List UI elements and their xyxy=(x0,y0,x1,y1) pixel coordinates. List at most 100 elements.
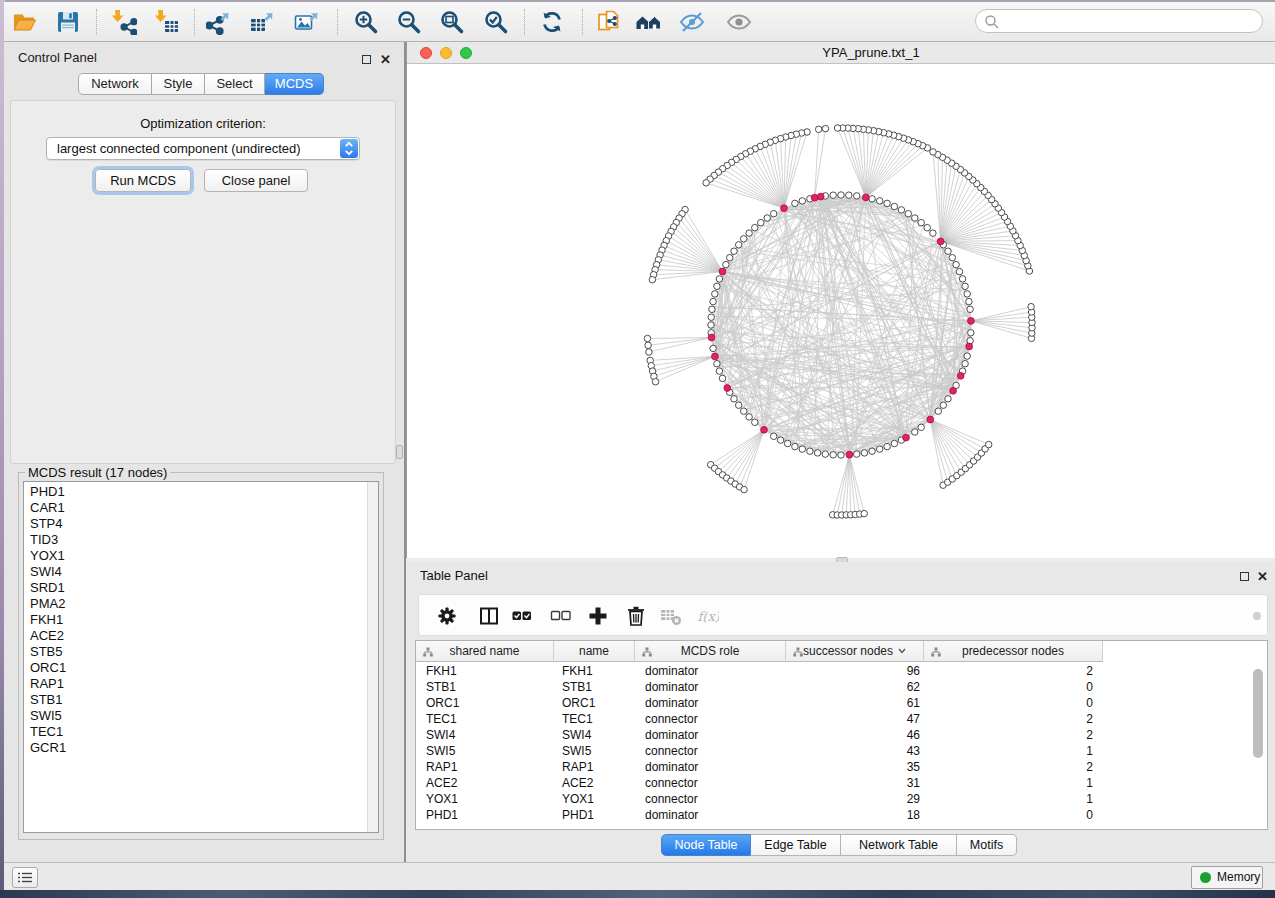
close-panel-icon[interactable]: ✕ xyxy=(380,52,391,67)
column-header-name[interactable]: name xyxy=(554,641,635,662)
settings-icon[interactable] xyxy=(436,605,458,627)
cell-successors: 31 xyxy=(786,775,924,791)
status-bar: Memory xyxy=(4,862,1275,890)
table-scrollbar-thumb[interactable] xyxy=(1253,669,1263,758)
save-session-icon[interactable] xyxy=(55,9,81,35)
run-mcds-button[interactable]: Run MCDS xyxy=(95,169,191,192)
cell-role: dominator xyxy=(635,679,786,695)
table-row[interactable]: YOX1YOX1connector291 xyxy=(416,791,1268,807)
mcds-node-item[interactable]: SWI5 xyxy=(30,708,378,724)
mcds-node-item[interactable]: STB5 xyxy=(30,644,378,660)
table-scrollbar[interactable] xyxy=(1253,663,1264,829)
toolbar-overflow-icon[interactable] xyxy=(1253,612,1261,620)
cell-role: connector xyxy=(635,775,786,791)
cell-predecessors: 0 xyxy=(924,679,1103,695)
import-network-icon[interactable] xyxy=(111,9,137,35)
tab-mcds[interactable]: MCDS xyxy=(265,73,324,95)
memory-button[interactable]: Memory xyxy=(1191,866,1263,889)
mcds-node-item[interactable]: YOX1 xyxy=(30,548,378,564)
mcds-node-item[interactable]: FKH1 xyxy=(30,612,378,628)
function-icon[interactable]: f(x) xyxy=(697,605,719,627)
table-row[interactable]: STB1STB1dominator620 xyxy=(416,679,1268,695)
hide-selected-icon[interactable] xyxy=(679,9,705,35)
new-network-from-selection-icon[interactable] xyxy=(596,9,622,35)
zoom-in-icon[interactable] xyxy=(353,9,379,35)
table-row[interactable]: RAP1RAP1dominator352 xyxy=(416,759,1268,775)
export-network-icon[interactable] xyxy=(206,9,232,35)
table-row[interactable]: PHD1PHD1dominator180 xyxy=(416,807,1268,823)
cell-predecessors: 2 xyxy=(924,727,1103,743)
add-row-icon[interactable] xyxy=(587,605,609,627)
mcds-list-scrollbar[interactable] xyxy=(367,482,378,832)
desktop-wallpaper-bottom xyxy=(0,890,1275,898)
mcds-node-item[interactable]: ORC1 xyxy=(30,660,378,676)
mcds-node-item[interactable]: CAR1 xyxy=(30,500,378,516)
mcds-node-item[interactable]: TEC1 xyxy=(30,724,378,740)
zoom-selected-icon[interactable] xyxy=(483,9,509,35)
table-float-icon[interactable] xyxy=(1240,572,1249,581)
cell-name: FKH1 xyxy=(554,663,635,679)
table-close-icon[interactable]: ✕ xyxy=(1257,569,1268,584)
cell-name: SWI5 xyxy=(554,743,635,759)
column-header-shared-name[interactable]: shared name xyxy=(416,641,554,662)
minimize-window-icon[interactable] xyxy=(440,47,452,59)
close-window-icon[interactable] xyxy=(420,47,432,59)
console-button[interactable] xyxy=(12,867,38,888)
table-row[interactable]: FKH1FKH1dominator962 xyxy=(416,663,1268,679)
column-header-MCDS-role[interactable]: MCDS role xyxy=(635,641,786,662)
mcds-node-item[interactable]: PMA2 xyxy=(30,596,378,612)
column-header-successor-nodes[interactable]: successor nodes xyxy=(786,641,924,662)
cell-role: dominator xyxy=(635,807,786,823)
table-row[interactable]: TEC1TEC1connector472 xyxy=(416,711,1268,727)
mcds-node-item[interactable]: STP4 xyxy=(30,516,378,532)
table-row[interactable]: ORC1ORC1dominator610 xyxy=(416,695,1268,711)
criterion-dropdown[interactable]: largest connected component (undirected) xyxy=(46,137,360,160)
mcds-node-item[interactable]: SRD1 xyxy=(30,580,378,596)
mcds-node-item[interactable]: GCR1 xyxy=(30,740,378,756)
table-row[interactable]: ACE2ACE2connector311 xyxy=(416,775,1268,791)
import-table-icon[interactable] xyxy=(154,9,180,35)
export-table-icon[interactable] xyxy=(250,9,276,35)
mcds-node-item[interactable]: RAP1 xyxy=(30,676,378,692)
float-panel-icon[interactable] xyxy=(362,55,371,64)
delete-table-icon[interactable] xyxy=(660,605,682,627)
tab-select[interactable]: Select xyxy=(205,73,265,95)
mcds-node-item[interactable]: STB1 xyxy=(30,692,378,708)
delete-row-icon[interactable] xyxy=(625,605,647,627)
search-input[interactable] xyxy=(975,9,1263,33)
zoom-fit-icon[interactable] xyxy=(439,9,465,35)
export-image-icon[interactable] xyxy=(294,9,320,35)
tab-motifs[interactable]: Motifs xyxy=(957,834,1017,856)
mcds-result-list[interactable]: PHD1CAR1STP4TID3YOX1SWI4SRD1PMA2FKH1ACE2… xyxy=(23,481,379,833)
table-row[interactable]: SWI4SWI4dominator462 xyxy=(416,727,1268,743)
mcds-node-item[interactable]: PHD1 xyxy=(30,484,378,500)
network-graph[interactable] xyxy=(407,64,1275,558)
zoom-out-icon[interactable] xyxy=(396,9,422,35)
deselect-all-icon[interactable] xyxy=(550,605,572,627)
close-panel-button[interactable]: Close panel xyxy=(204,169,308,192)
tab-edge-table[interactable]: Edge Table xyxy=(751,834,841,856)
mcds-node-item[interactable]: ACE2 xyxy=(30,628,378,644)
split-view-icon[interactable] xyxy=(478,605,500,627)
tab-network[interactable]: Network xyxy=(78,73,152,95)
tab-style[interactable]: Style xyxy=(152,73,205,95)
vertical-splitter-handle[interactable] xyxy=(396,445,403,459)
table-toolbar: f(x) xyxy=(418,594,1268,636)
mcds-node-item[interactable]: SWI4 xyxy=(30,564,378,580)
node-table: shared namenameMCDS rolesuccessor nodesp… xyxy=(415,640,1268,830)
table-row[interactable]: SWI5SWI5connector431 xyxy=(416,743,1268,759)
table-tabs: Node TableEdge TableNetwork TableMotifs xyxy=(661,834,1017,856)
tab-network-table[interactable]: Network Table xyxy=(841,834,957,856)
maximize-window-icon[interactable] xyxy=(460,47,472,59)
mcds-node-item[interactable]: TID3 xyxy=(30,532,378,548)
mcds-result-box: MCDS result (17 nodes) PHD1CAR1STP4TID3Y… xyxy=(18,472,384,840)
network-window-titlebar[interactable]: YPA_prune.txt_1 xyxy=(407,42,1275,64)
cell-name: YOX1 xyxy=(554,791,635,807)
tab-node-table[interactable]: Node Table xyxy=(661,834,751,856)
open-file-icon[interactable] xyxy=(12,9,38,35)
refresh-icon[interactable] xyxy=(539,9,565,35)
column-header-predecessor-nodes[interactable]: predecessor nodes xyxy=(924,641,1103,662)
first-neighbors-icon[interactable] xyxy=(636,9,662,35)
select-all-icon[interactable] xyxy=(511,605,533,627)
show-all-icon[interactable] xyxy=(726,9,752,35)
